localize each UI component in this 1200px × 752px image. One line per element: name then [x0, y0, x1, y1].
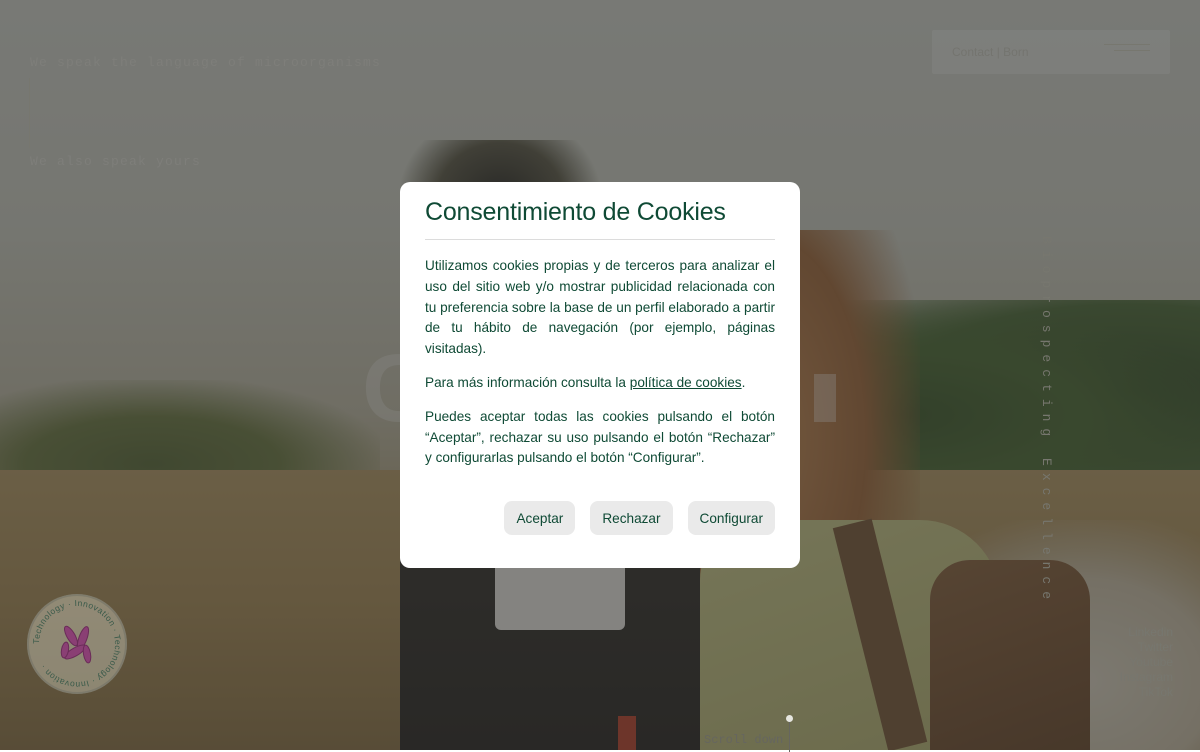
social-link-tiktok[interactable]: TikTok: [1120, 685, 1173, 700]
cookie-dialog-divider: [425, 239, 775, 240]
social-link-linkedin[interactable]: Linkedin: [1120, 625, 1173, 640]
accept-button[interactable]: Aceptar: [504, 501, 576, 535]
scroll-indicator-line: [789, 718, 790, 752]
cookie-dialog-paragraph-usage: Utilizamos cookies propias y de terceros…: [425, 258, 775, 357]
configure-button[interactable]: Configurar: [687, 501, 775, 535]
scroll-indicator-dot: [786, 715, 793, 722]
hamburger-menu-icon[interactable]: [1104, 44, 1150, 58]
cookie-policy-link[interactable]: política de cookies: [630, 375, 742, 390]
more-info-prefix: Para más información consulta la: [425, 374, 630, 390]
cookie-dialog-title: Consentimiento de Cookies: [425, 198, 726, 226]
microorganism-icon: Technology · Innovation · Technology · I…: [31, 598, 123, 690]
cookie-dialog-paragraph-more-info: Para más información consulta la polític…: [425, 373, 775, 394]
cookie-dialog-buttons: Aceptar Rechazar Configurar: [504, 501, 775, 535]
social-links: Linkedin Twitter Youtube Instagram TikTo…: [1120, 625, 1173, 700]
tagline-bottom: We also speak yours: [30, 154, 202, 169]
cookie-dialog-paragraph-options: Puedes aceptar todas las cookies pulsand…: [425, 408, 775, 466]
innovation-technology-badge: Technology · Innovation · Technology · I…: [27, 594, 127, 694]
social-link-twitter[interactable]: Twitter: [1120, 640, 1173, 655]
tagline-divider: [29, 78, 30, 148]
cookie-consent-dialog: Consentimiento de Cookies Utilizamos coo…: [400, 182, 800, 568]
vertical-tagline: Bioprospecting Excellence: [1039, 236, 1054, 607]
social-link-instagram[interactable]: Instagram: [1120, 670, 1173, 685]
scroll-down-label[interactable]: Scroll down: [704, 733, 783, 747]
more-info-suffix: .: [741, 374, 746, 390]
social-link-youtube[interactable]: Youtube: [1120, 655, 1173, 670]
reject-button[interactable]: Rechazar: [590, 501, 673, 535]
tagline-top: We speak the language of microorganisms: [30, 55, 382, 70]
contact-link[interactable]: Contact | Born: [952, 45, 1029, 59]
